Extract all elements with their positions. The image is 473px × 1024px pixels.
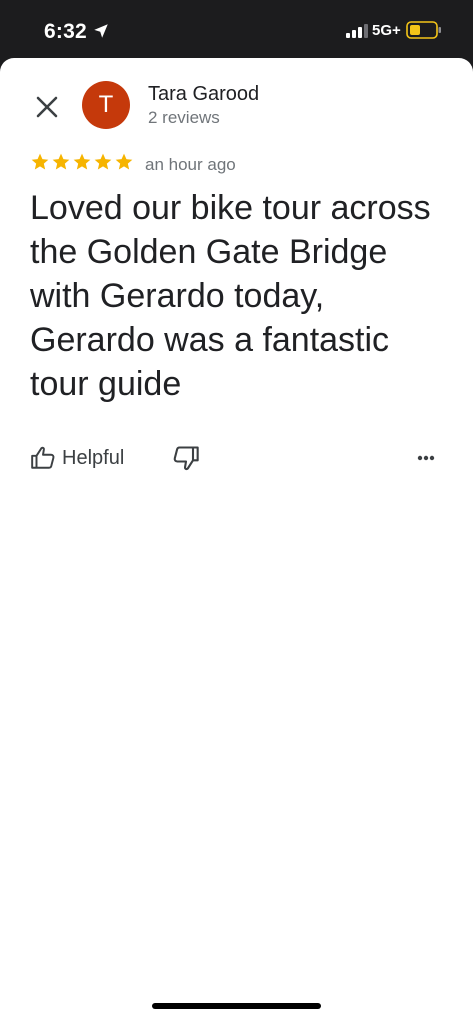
avatar[interactable]: T xyxy=(82,81,130,129)
thumbs-up-icon xyxy=(31,446,55,469)
network-label: 5G+ xyxy=(372,22,401,39)
review-sheet: T Tara Garood 2 reviews an hour ago Love… xyxy=(0,58,473,1024)
helpful-label: Helpful xyxy=(62,446,125,469)
battery-icon xyxy=(406,21,441,39)
more-options-button[interactable] xyxy=(410,446,442,470)
review-text: Loved our bike tour across the Golden Ga… xyxy=(30,189,431,403)
close-icon xyxy=(36,96,58,118)
status-bar: 6:32 5G+ xyxy=(0,0,473,58)
thumbs-down-icon xyxy=(173,446,199,471)
star-icon xyxy=(31,153,49,170)
close-button[interactable] xyxy=(30,90,64,124)
location-arrow-icon xyxy=(94,24,108,38)
star-icon xyxy=(52,153,70,170)
helpful-button[interactable]: Helpful xyxy=(30,442,124,474)
review-time: an hour ago xyxy=(145,155,236,174)
home-indicator[interactable] xyxy=(152,1003,321,1009)
star-icon xyxy=(73,153,91,170)
star-rating xyxy=(30,152,134,178)
signal-icon xyxy=(346,24,368,38)
status-time: 6:32 xyxy=(44,20,87,43)
not-helpful-button[interactable] xyxy=(172,443,200,473)
star-icon xyxy=(94,153,112,170)
star-icon xyxy=(115,153,133,170)
reviewer-review-count: 2 reviews xyxy=(148,108,220,127)
reviewer-name[interactable]: Tara Garood xyxy=(148,83,259,106)
more-horizontal-icon xyxy=(417,455,435,461)
